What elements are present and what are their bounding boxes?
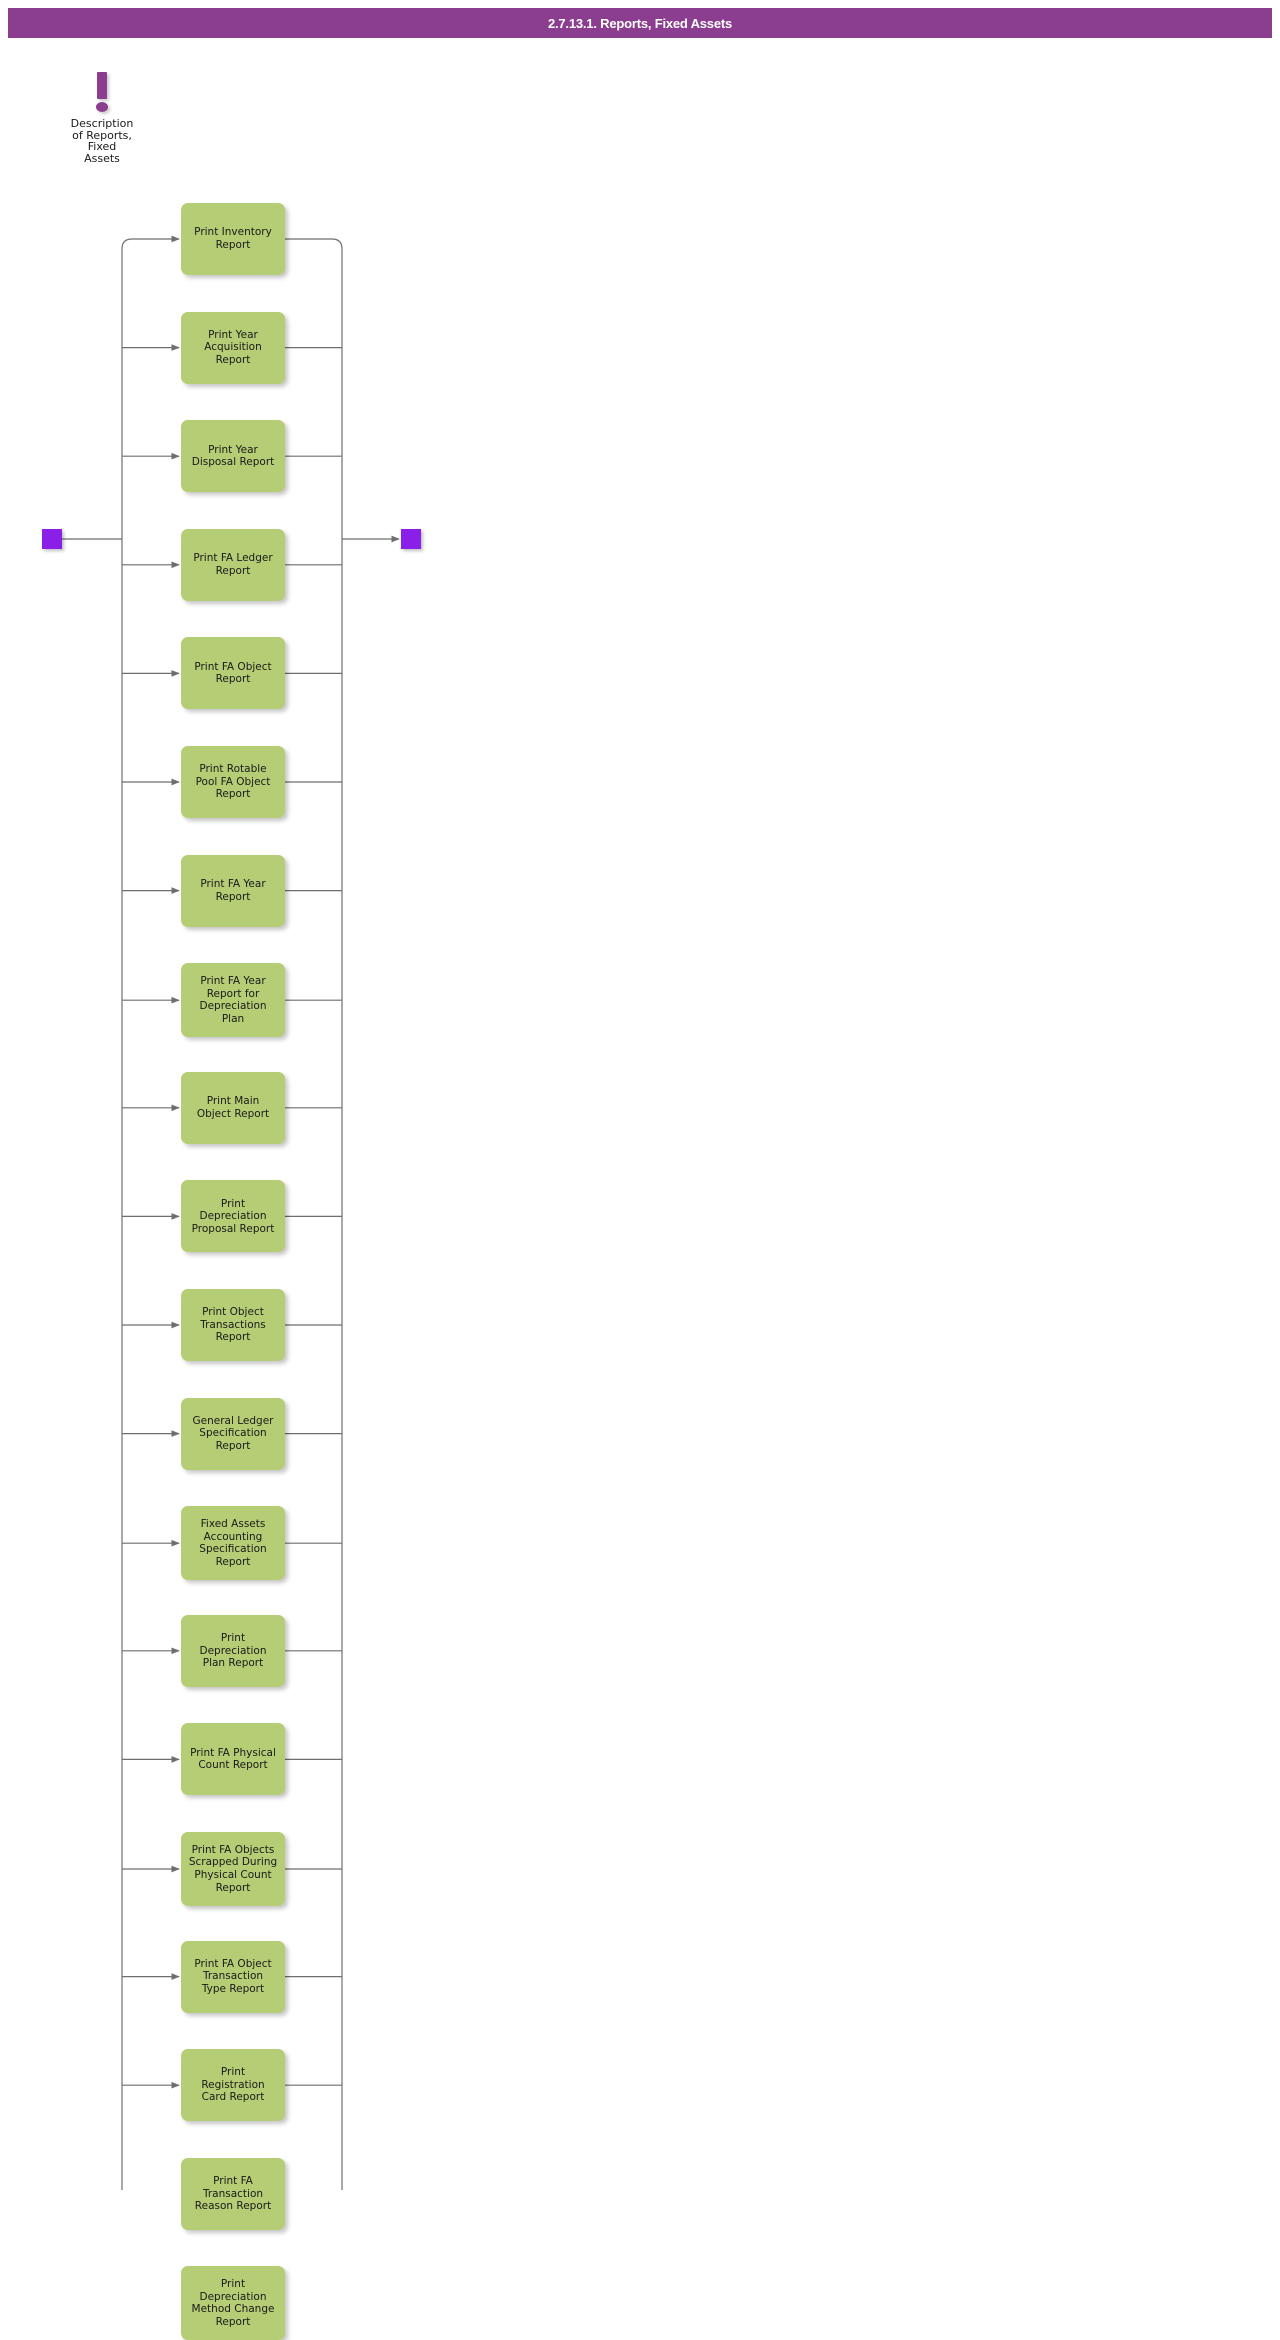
process-box-label: Print Registration Card Report	[201, 2066, 265, 2104]
process-box-label: Print FA Physical Count Report	[190, 1746, 276, 1772]
process-box[interactable]: Print FA Transaction Reason Report	[181, 2157, 285, 2230]
connector-line	[121, 238, 133, 250]
process-box[interactable]: Print Main Object Report	[181, 1071, 285, 1144]
process-box-label: Print Object Transactions Report	[200, 1306, 266, 1344]
process-box[interactable]: Print FA Object Report	[181, 637, 285, 710]
process-box[interactable]: Print Depreciation Plan Report	[181, 1614, 285, 1687]
end-node[interactable]	[401, 529, 421, 549]
process-box-label: Print Depreciation Proposal Report	[191, 1197, 275, 1235]
process-box[interactable]: Print Depreciation Method Change Report	[181, 2266, 285, 2340]
flow-diagram: Print Inventory Report Print Year Acquisi…	[0, 0, 1280, 2340]
process-box-label: Print FA Object Transaction Type Report	[194, 1957, 272, 1995]
process-box[interactable]: Print FA Year Report for Depreciation Pl…	[181, 963, 285, 1038]
process-box[interactable]: Print Year Acquisition Report	[181, 311, 285, 384]
process-box-label: Print Rotable Pool FA Object Report	[195, 763, 271, 801]
process-box[interactable]: Fixed Assets Accounting Specification Re…	[181, 1506, 285, 1581]
process-box[interactable]: Print FA Object Transaction Type Report	[181, 1940, 285, 2013]
process-box[interactable]: Print Year Disposal Report	[181, 420, 285, 493]
process-box-label: Print Depreciation Method Change Report	[191, 2278, 275, 2328]
process-box-label: Fixed Assets Accounting Specification Re…	[199, 1518, 267, 1568]
process-box[interactable]: Print FA Year Report	[181, 854, 285, 927]
process-box-label: Print FA Transaction Reason Report	[194, 2174, 272, 2213]
process-box[interactable]: Print Object Transactions Report	[181, 1289, 285, 1361]
process-box-label: Print FA Object Report	[194, 660, 272, 686]
process-box-label: Print Depreciation Plan Report	[199, 1631, 267, 1670]
process-box-label: Print Main Object Report	[196, 1095, 270, 1120]
process-box[interactable]: General Ledger Specification Report	[181, 1397, 285, 1470]
process-box[interactable]: Print Depreciation Proposal Report	[181, 1180, 285, 1253]
process-box-label: Print Year Disposal Report	[191, 443, 275, 469]
start-node[interactable]	[42, 529, 62, 549]
process-box[interactable]: Print FA Ledger Report	[181, 528, 285, 601]
process-box-label: Print FA Ledger Report	[193, 552, 273, 577]
process-box-label: Print FA Year Report for Depreciation Pl…	[199, 975, 267, 1025]
process-box[interactable]: Print FA Physical Count Report	[181, 1723, 285, 1796]
process-box[interactable]: Print Registration Card Report	[181, 2049, 285, 2122]
process-box-label: Print Inventory Report	[194, 226, 272, 251]
process-box-label: General Ledger Specification Report	[192, 1414, 274, 1452]
process-box[interactable]: Print Rotable Pool FA Object Report	[181, 746, 285, 818]
process-box-label: Print FA Year Report	[200, 878, 266, 903]
process-box[interactable]: Print Inventory Report	[181, 203, 285, 275]
process-box-label: Print Year Acquisition Report	[204, 328, 262, 366]
process-box-label: Print FA Objects Scrapped During Physica…	[188, 1843, 278, 1894]
connector-line	[331, 238, 343, 250]
process-box[interactable]: Print FA Objects Scrapped During Physica…	[181, 1832, 285, 1906]
